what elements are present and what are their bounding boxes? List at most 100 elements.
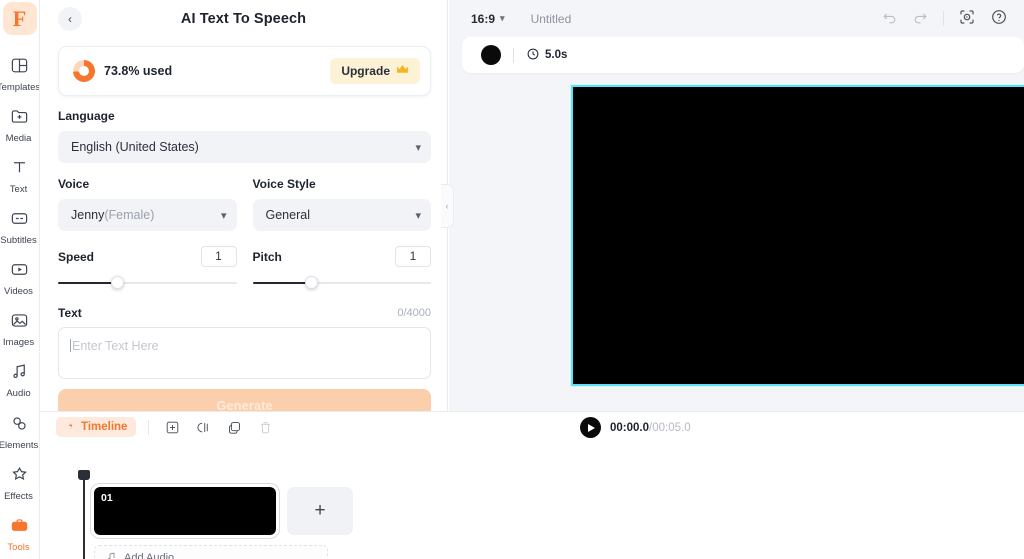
back-button[interactable]: ‹ (58, 7, 82, 31)
sidebar-label-text: Text (9, 183, 28, 195)
chevron-down-icon: ▾ (415, 209, 421, 222)
add-clip-button[interactable]: + (287, 487, 353, 535)
video-canvas[interactable] (570, 84, 1024, 387)
chevron-left-icon: ‹ (445, 201, 449, 211)
tab-timeline[interactable]: Timeline (56, 417, 137, 437)
sidebar-label-images: Images (2, 337, 35, 349)
chevron-down-icon: ▾ (415, 141, 421, 154)
sidebar-item-tools[interactable]: Tools (0, 510, 39, 559)
timeline-body: 01 + Add Audio (40, 442, 1024, 559)
pitch-label: Pitch (252, 249, 282, 264)
canvas-area (449, 84, 1024, 400)
tts-panel: ‹ AI Text To Speech 73.8% used Upgrade L… (40, 0, 448, 411)
speed-slider-thumb[interactable] (110, 276, 124, 289)
sidebar-item-templates[interactable]: Templates (0, 49, 39, 98)
audio-note-icon (10, 362, 29, 386)
sidebar-item-text[interactable]: Text (0, 152, 39, 201)
sidebar-item-elements[interactable]: Elements (0, 408, 39, 457)
voice-select[interactable]: Jenny (Female) ▾ (58, 199, 237, 231)
voice-row: Voice Jenny (Female) ▾ Voice Style Gener… (58, 177, 431, 231)
sidebar-item-audio[interactable]: Audio (0, 356, 39, 405)
chevron-down-icon: ▾ (220, 209, 227, 222)
language-field: Language English (United States) ▾ (58, 109, 431, 163)
language-select[interactable]: English (United States) ▾ (58, 131, 431, 163)
stage-toolbar-icons (881, 8, 1024, 29)
preview-scan-icon[interactable] (958, 8, 976, 29)
redo-icon[interactable] (912, 9, 929, 29)
add-icon[interactable] (161, 416, 183, 438)
chevron-left-icon: ‹ (68, 12, 72, 26)
text-counter: 0/4000 (397, 307, 431, 319)
pitch-field: Pitch 1 (252, 246, 431, 290)
usage-card: 73.8% used Upgrade (58, 46, 431, 96)
pitch-value-input[interactable]: 1 (395, 246, 431, 267)
clip-color-swatch[interactable] (481, 45, 501, 65)
undo-icon[interactable] (881, 9, 898, 29)
app-logo[interactable]: F (2, 2, 37, 36)
timeline-icon (65, 420, 76, 434)
play-button[interactable] (580, 417, 601, 438)
text-icon (10, 158, 29, 182)
add-audio-track[interactable]: Add Audio (94, 545, 328, 559)
pitch-slider-thumb[interactable] (305, 276, 319, 289)
sidebar-item-effects[interactable]: Effects (0, 459, 39, 508)
left-sidebar: F Templates Media Text Subtitles Videos … (0, 0, 40, 559)
clip-duration-value: 5.0s (545, 49, 568, 61)
language-value: English (United States) (71, 140, 199, 154)
text-field-header: Text 0/4000 (58, 306, 431, 320)
speed-slider[interactable] (58, 276, 237, 290)
videos-icon (10, 260, 29, 284)
sidebar-item-videos[interactable]: Videos (0, 254, 39, 303)
video-track: 01 + (91, 484, 353, 538)
text-label: Text (58, 306, 82, 320)
music-note-icon (105, 551, 117, 559)
generate-button[interactable]: Generate (58, 389, 431, 411)
tab-timeline-label: Timeline (81, 421, 128, 433)
sidebar-item-subtitles[interactable]: Subtitles (0, 203, 39, 252)
media-folder-icon (10, 107, 29, 131)
preview-stage: 16:9 ▾ Untitled 5.0s (449, 0, 1024, 411)
split-icon[interactable] (192, 416, 214, 438)
page-title: AI Text To Speech (180, 11, 307, 27)
duplicate-icon[interactable] (223, 416, 245, 438)
voice-style-field: Voice Style General ▾ (252, 177, 431, 231)
effects-star-icon (10, 465, 29, 489)
usage-label: 73.8% used (104, 64, 173, 78)
aspect-ratio-value: 16:9 (471, 11, 496, 26)
sidebar-label-media: Media (5, 132, 32, 144)
clip-duration[interactable]: 5.0s (526, 47, 567, 64)
play-icon (588, 423, 595, 432)
aspect-ratio-select[interactable]: 16:9 ▾ (471, 12, 505, 26)
total-time: 00:05.0 (652, 421, 691, 434)
voice-field: Voice Jenny (Female) ▾ (58, 177, 237, 231)
toolbar-divider (943, 11, 944, 26)
sidebar-label-tools: Tools (7, 541, 30, 553)
toolbar-divider (148, 419, 150, 435)
help-icon[interactable] (990, 8, 1008, 29)
playhead-line (83, 470, 85, 559)
sidebar-label-elements: Elements (0, 439, 39, 451)
text-input[interactable]: Enter Text Here (58, 327, 431, 379)
upgrade-button[interactable]: Upgrade (330, 58, 420, 84)
sidebar-label-audio: Audio (6, 388, 31, 400)
table-row[interactable]: 01 (91, 484, 279, 538)
delete-icon[interactable] (254, 416, 276, 438)
voice-style-label: Voice Style (252, 177, 316, 191)
voice-style-value: General (265, 208, 310, 222)
elements-icon (10, 414, 29, 438)
project-name[interactable]: Untitled (531, 12, 572, 26)
speed-field: Speed 1 (58, 246, 237, 290)
panel-collapse-handle[interactable]: ‹ (441, 184, 454, 228)
clip-label: 01 (101, 492, 113, 504)
sidebar-item-media[interactable]: Media (0, 101, 39, 150)
timeline-toolbar: Timeline 00:00.0/00:05.0 (40, 412, 1024, 442)
usage-ring-icon (73, 60, 95, 82)
subtitles-icon (10, 209, 29, 233)
voice-style-select[interactable]: General ▾ (252, 199, 431, 231)
text-caret (70, 339, 71, 352)
speed-slider-fill (58, 282, 117, 284)
speed-value-input[interactable]: 1 (200, 246, 237, 267)
crown-icon (396, 64, 409, 78)
pitch-slider[interactable] (252, 276, 431, 290)
sidebar-item-images[interactable]: Images (0, 305, 39, 354)
